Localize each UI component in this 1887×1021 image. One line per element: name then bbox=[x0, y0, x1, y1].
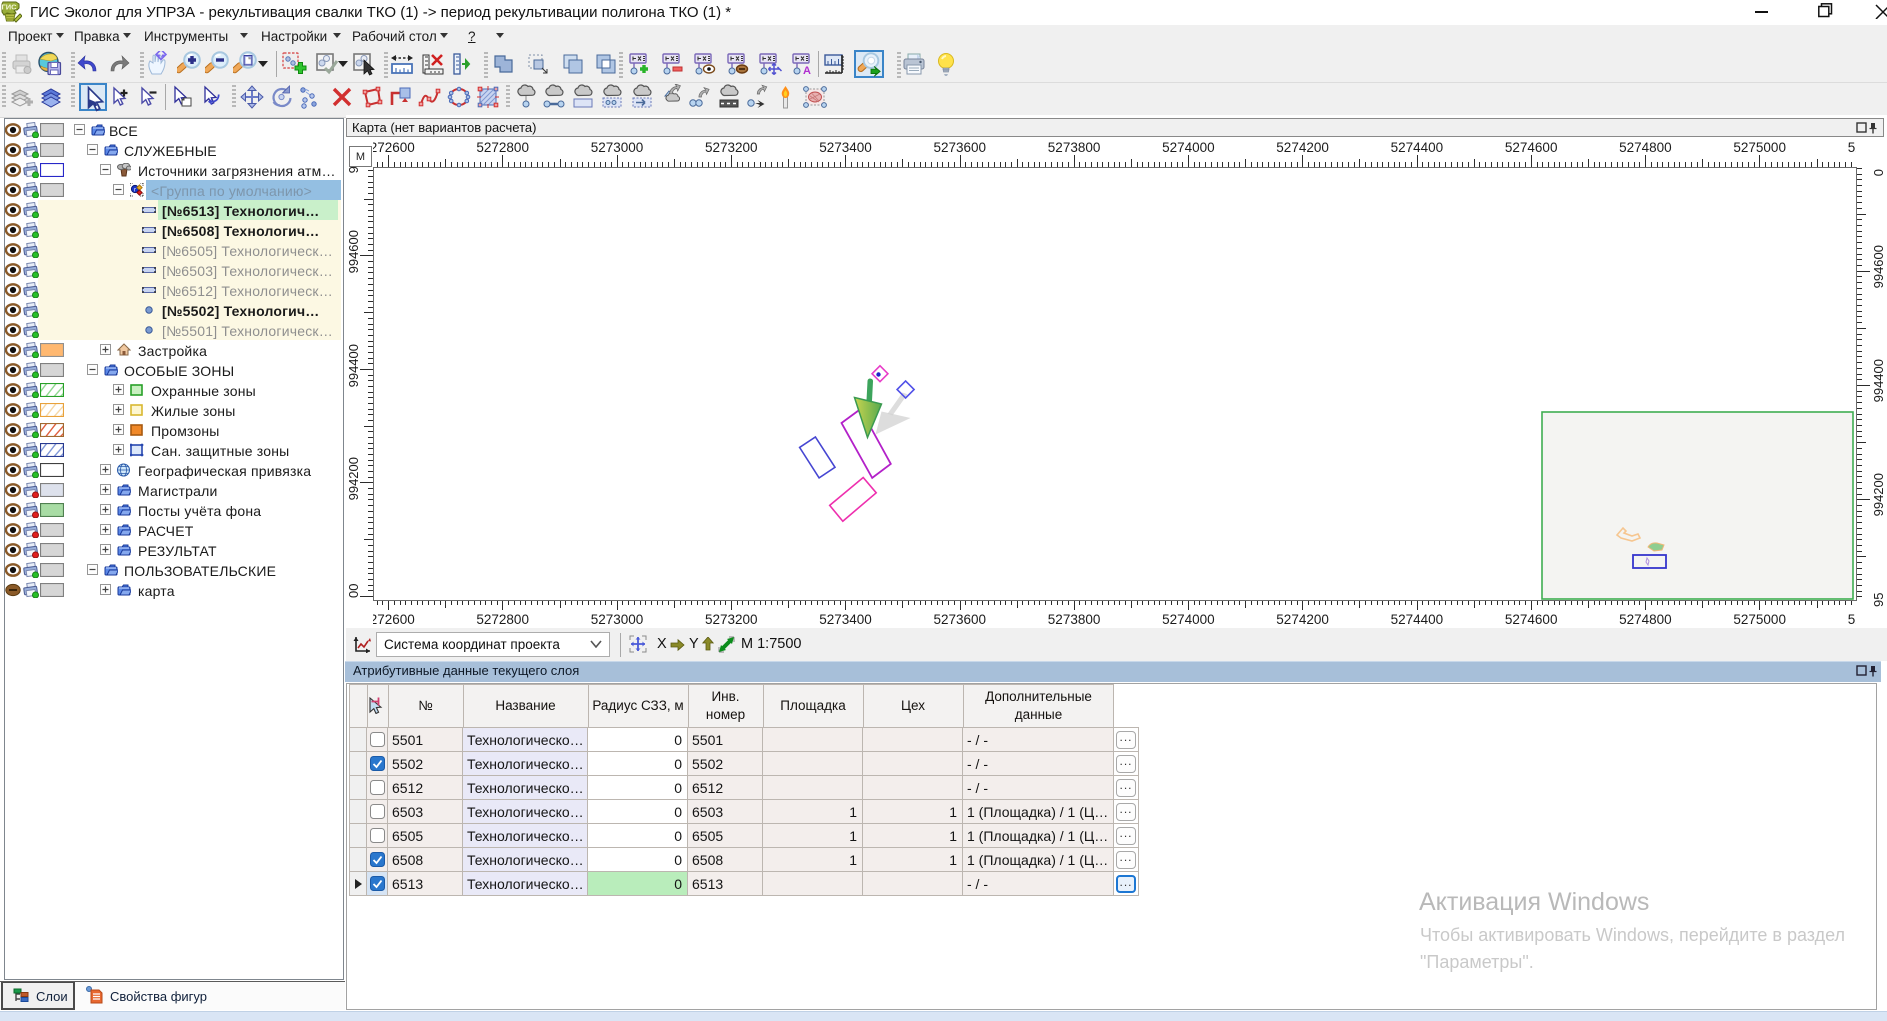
svg-text:A: A bbox=[803, 65, 811, 77]
svg-text:ГИС: ГИС bbox=[1, 3, 17, 12]
svg-text:r: r bbox=[134, 187, 136, 193]
